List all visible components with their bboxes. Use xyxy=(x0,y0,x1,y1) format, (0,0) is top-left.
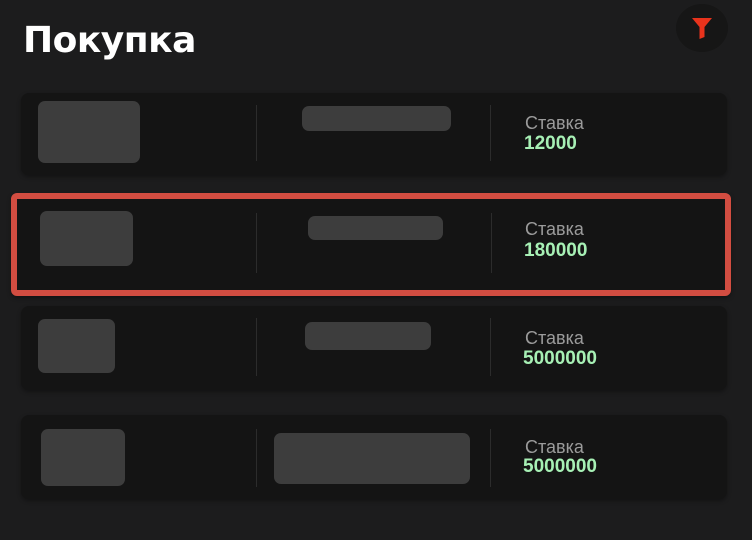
item-name-placeholder xyxy=(305,322,431,350)
item-image-placeholder xyxy=(41,429,125,486)
bet-label: Ставка xyxy=(525,219,584,239)
column-divider xyxy=(490,105,491,161)
bet-value: 12000 xyxy=(524,133,577,154)
bet-value: 180000 xyxy=(524,240,588,261)
listing-card[interactable]: Ставка 12000 xyxy=(21,93,727,175)
filter-funnel-icon xyxy=(692,18,712,39)
column-divider xyxy=(256,318,257,376)
bet-value: 5000000 xyxy=(523,348,597,369)
column-divider xyxy=(256,213,257,273)
item-name-placeholder xyxy=(302,106,451,131)
listing-card[interactable]: Ставка 5000000 xyxy=(21,415,727,499)
bet-label: Ставка xyxy=(525,113,584,133)
page-title: Покупка xyxy=(23,20,196,61)
bet-value: 5000000 xyxy=(523,456,597,477)
bet-label: Ставка xyxy=(525,328,584,348)
listing-card-selected[interactable]: Ставка 180000 xyxy=(11,193,731,296)
column-divider xyxy=(256,429,257,487)
item-name-placeholder xyxy=(308,216,443,240)
column-divider xyxy=(256,105,257,161)
item-image-placeholder xyxy=(40,211,133,266)
filter-button[interactable] xyxy=(676,4,728,52)
item-name-placeholder xyxy=(274,433,470,484)
listing-card[interactable]: Ставка 5000000 xyxy=(21,306,727,390)
item-image-placeholder xyxy=(38,319,115,373)
column-divider xyxy=(490,318,491,376)
column-divider xyxy=(490,429,491,487)
item-image-placeholder xyxy=(38,101,140,163)
column-divider xyxy=(491,213,492,273)
bet-label: Ставка xyxy=(525,437,584,457)
